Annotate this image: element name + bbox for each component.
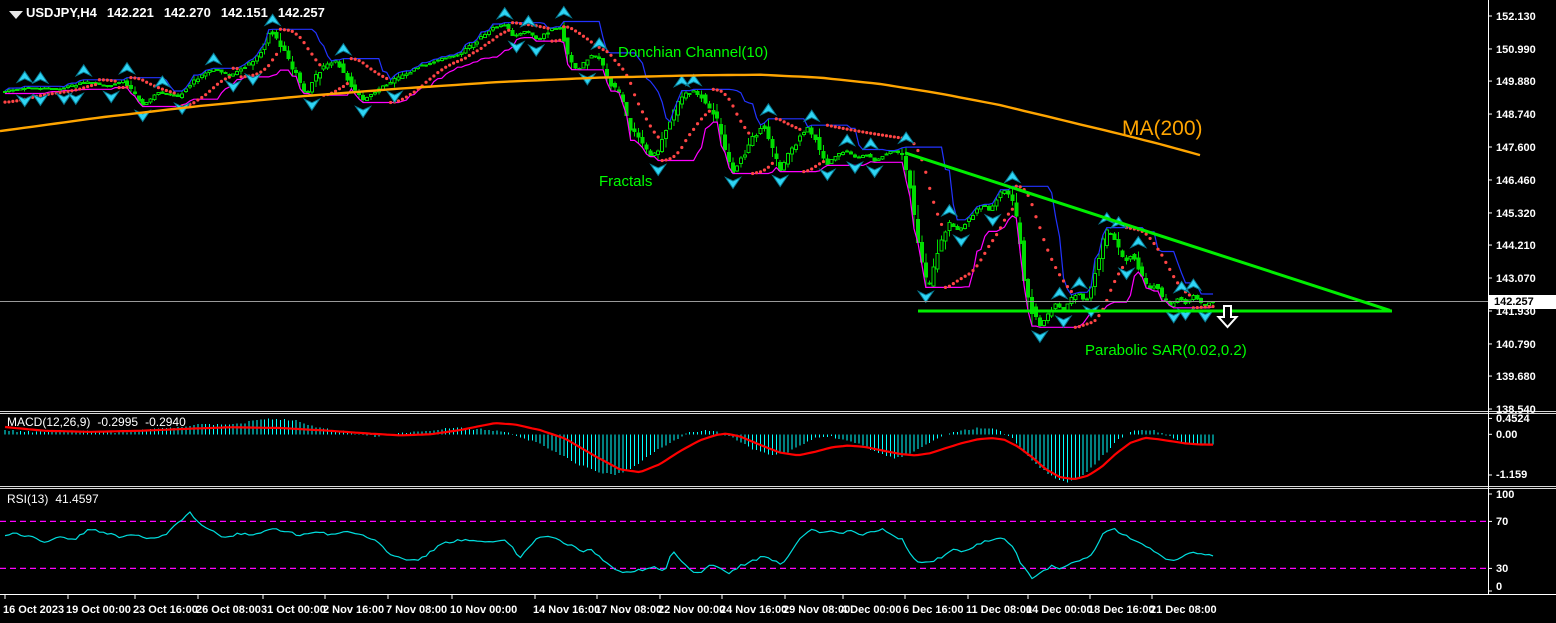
current-price-tag: 142.257 [1489,295,1556,309]
symbol-dropdown-icon[interactable] [8,9,24,21]
svg-text:10 Nov 00:00: 10 Nov 00:00 [450,604,517,616]
svg-text:18 Dec 16:00: 18 Dec 16:00 [1088,604,1155,616]
rsi-pane-canvas[interactable] [0,490,1488,593]
svg-text:0.4524: 0.4524 [1496,413,1531,425]
parabolic-sar-label[interactable]: Parabolic SAR(0.02,0.2) [1085,342,1247,359]
svg-text:11 Dec 08:00: 11 Dec 08:00 [966,604,1032,616]
symbol-title: USDJPY,H4 [26,5,97,20]
fractals-label[interactable]: Fractals [599,173,652,190]
svg-text:100: 100 [1496,489,1514,501]
svg-text:147.600: 147.600 [1496,142,1536,154]
svg-text:19 Oct 00:00: 19 Oct 00:00 [66,604,131,616]
macd-indicator-label: MACD(12,26,9) -0.2995 -0.2940 [7,415,186,429]
svg-text:139.680: 139.680 [1496,371,1536,383]
svg-text:4 Dec 00:00: 4 Dec 00:00 [841,604,902,616]
svg-text:31 Oct 00:00: 31 Oct 00:00 [261,604,326,616]
svg-text:145.320: 145.320 [1496,208,1536,220]
svg-text:26 Oct 08:00: 26 Oct 08:00 [196,604,261,616]
macd-pane-canvas[interactable] [0,414,1488,486]
macd-value-main: -0.2995 [97,415,138,429]
ma200-label[interactable]: MA(200) [1122,117,1203,141]
svg-text:17 Nov 08:00: 17 Nov 08:00 [595,604,662,616]
svg-text:140.790: 140.790 [1496,339,1536,351]
svg-text:14 Dec 00:00: 14 Dec 00:00 [1026,604,1093,616]
svg-text:149.880: 149.880 [1496,76,1536,88]
svg-text:2 Nov 16:00: 2 Nov 16:00 [323,604,384,616]
svg-text:150.990: 150.990 [1496,44,1536,56]
svg-text:14 Nov 16:00: 14 Nov 16:00 [533,604,600,616]
donchian-channel-label[interactable]: Donchian Channel(10) [618,44,768,61]
ohlc-close: 142.257 [278,5,325,20]
svg-text:146.460: 146.460 [1496,175,1536,187]
svg-text:23 Oct 16:00: 23 Oct 16:00 [133,604,198,616]
svg-text:143.070: 143.070 [1496,273,1536,285]
svg-text:22 Nov 00:00: 22 Nov 00:00 [658,604,725,616]
svg-text:16 Oct 2023: 16 Oct 2023 [3,604,64,616]
svg-text:152.130: 152.130 [1496,11,1536,23]
ohlc-open: 142.221 [107,5,154,20]
mt4-chart-window: 152.130 150.990 149.880 148.740 147.600 146.4… [0,0,1556,623]
svg-text:-1.159: -1.159 [1496,469,1527,481]
chart-svg: 152.130 150.990 149.880 148.740 147.600 146.4… [0,0,1556,623]
macd-name: MACD(12,26,9) [7,415,90,429]
svg-text:70: 70 [1496,516,1508,528]
rsi-value: 41.4597 [55,492,98,506]
chart-title-bar: USDJPY,H4 142.221 142.270 142.151 142.25… [26,5,325,20]
svg-text:144.210: 144.210 [1496,240,1536,252]
main-chart-canvas[interactable] [0,2,1488,411]
svg-text:0: 0 [1496,581,1502,593]
svg-text:7 Nov 08:00: 7 Nov 08:00 [386,604,447,616]
rsi-indicator-label: RSI(13) 41.4597 [7,492,99,506]
ohlc-high: 142.270 [164,5,211,20]
ohlc-low: 142.151 [221,5,268,20]
svg-text:30: 30 [1496,563,1508,575]
macd-value-signal: -0.2940 [145,415,186,429]
svg-text:148.740: 148.740 [1496,109,1536,121]
svg-text:24 Nov 16:00: 24 Nov 16:00 [720,604,787,616]
svg-text:21 Dec 08:00: 21 Dec 08:00 [1150,604,1217,616]
svg-text:0.00: 0.00 [1496,429,1517,441]
rsi-name: RSI(13) [7,492,48,506]
svg-text:6 Dec 16:00: 6 Dec 16:00 [903,604,964,616]
